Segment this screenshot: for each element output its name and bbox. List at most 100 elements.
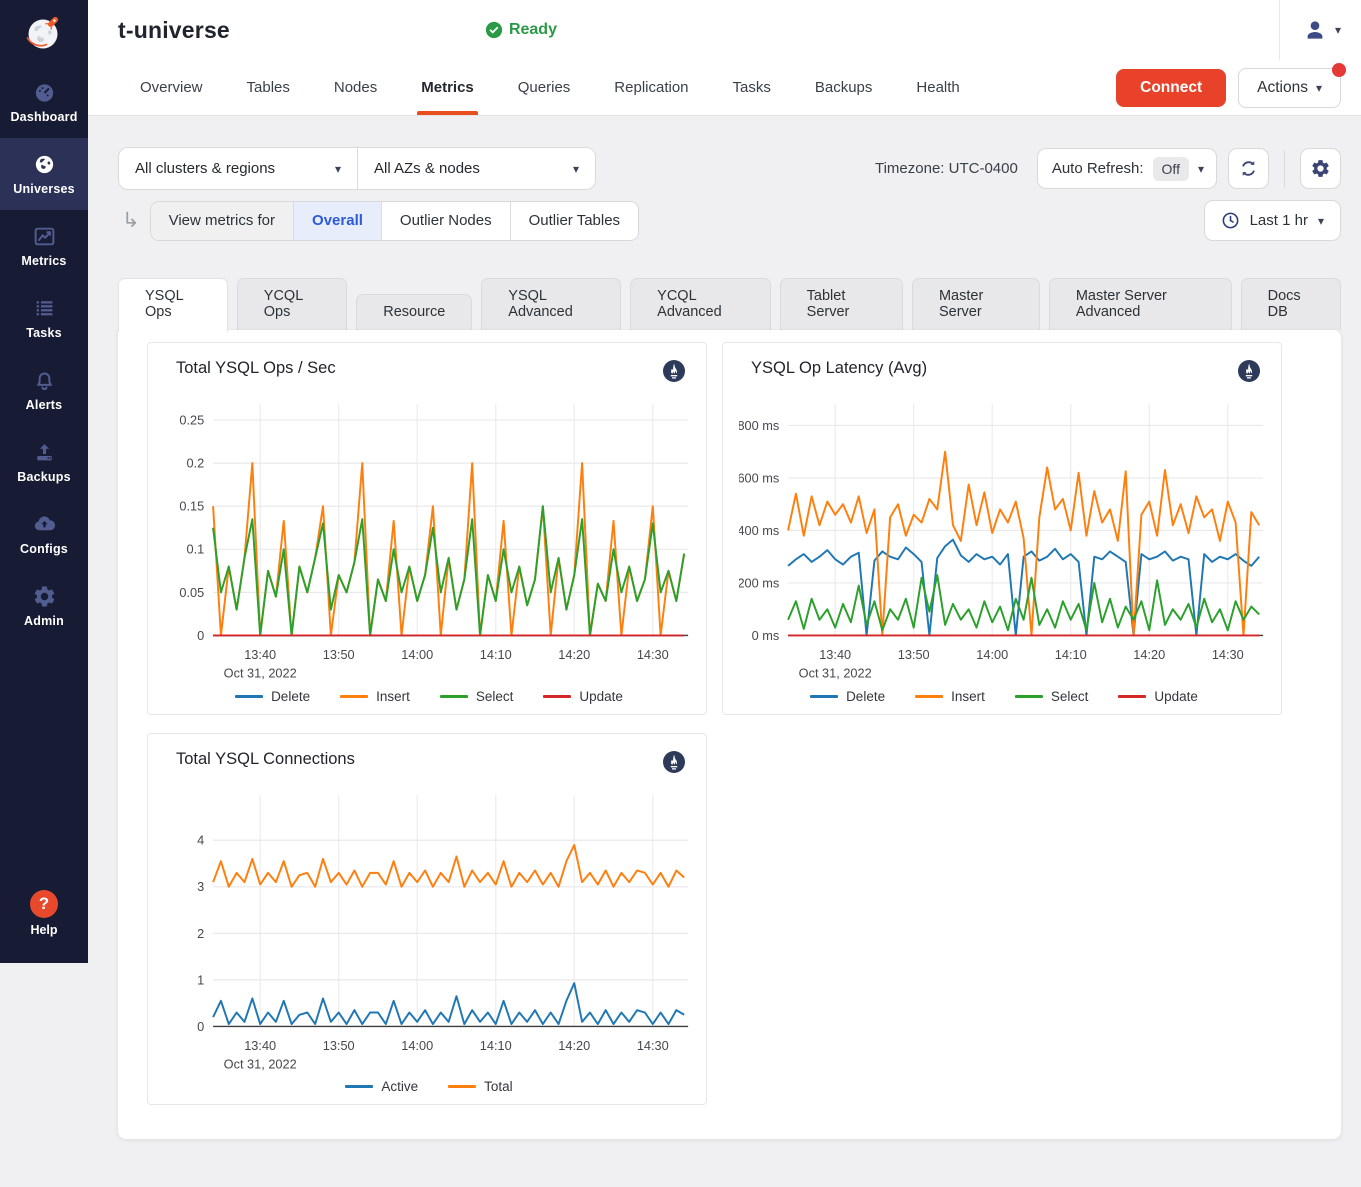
prometheus-icon[interactable] [1237, 359, 1261, 388]
svg-text:0: 0 [197, 1018, 204, 1033]
sidebar-item-help[interactable]: ? Help [0, 890, 88, 963]
metric-tab-ycql-ops[interactable]: YCQL Ops [237, 278, 347, 330]
status-label: Ready [509, 21, 557, 39]
svg-text:0.05: 0.05 [179, 585, 204, 600]
legend-item-select[interactable]: Select [1015, 689, 1089, 704]
metrics-chart-icon [31, 223, 57, 249]
legend-item-active[interactable]: Active [345, 1079, 418, 1094]
chart-plot-area[interactable]: 00.050.10.150.20.2513:40Oct 31, 202213:5… [164, 394, 694, 685]
sidebar-item-admin[interactable]: Admin [0, 570, 88, 642]
svg-text:1: 1 [197, 972, 204, 987]
legend-swatch [448, 1085, 476, 1088]
prometheus-icon[interactable] [662, 359, 686, 388]
chevron-down-icon: ▾ [1335, 23, 1341, 37]
svg-text:13:40: 13:40 [244, 647, 276, 662]
sidebar-item-universes[interactable]: Universes [0, 138, 88, 210]
time-range-dropdown[interactable]: Last 1 hr ▾ [1204, 200, 1341, 241]
tab-health[interactable]: Health [894, 60, 981, 115]
refresh-button[interactable] [1228, 148, 1269, 189]
sidebar-item-metrics[interactable]: Metrics [0, 210, 88, 282]
sidebar-item-tasks[interactable]: Tasks [0, 282, 88, 354]
chevron-down-icon: ▾ [1318, 214, 1324, 228]
tab-backups[interactable]: Backups [793, 60, 895, 115]
legend-item-insert[interactable]: Insert [915, 689, 985, 704]
clusters-regions-value: All clusters & regions [135, 160, 275, 177]
legend-label: Update [1154, 689, 1198, 704]
tab-queries[interactable]: Queries [496, 60, 593, 115]
auto-refresh-label: Auto Refresh: [1052, 160, 1144, 177]
view-tab-outlier-nodes[interactable]: Outlier Nodes [381, 202, 510, 240]
tab-replication[interactable]: Replication [592, 60, 710, 115]
svg-text:0.1: 0.1 [187, 542, 205, 557]
metric-tab-resource[interactable]: Resource [356, 294, 472, 330]
chart-plot-area[interactable]: 0123413:40Oct 31, 202213:5014:0014:1014:… [164, 785, 694, 1076]
legend-label: Delete [846, 689, 885, 704]
svg-text:4: 4 [197, 832, 204, 847]
yugabyte-logo[interactable] [0, 0, 88, 66]
azs-nodes-value: All AZs & nodes [374, 160, 480, 177]
legend-swatch [345, 1085, 373, 1088]
tasks-list-icon [31, 295, 57, 321]
admin-gear-icon [31, 583, 57, 609]
user-menu[interactable]: ▾ [1302, 17, 1347, 43]
svg-text:13:50: 13:50 [323, 647, 355, 662]
metric-tab-master-server-advanced[interactable]: Master Server Advanced [1049, 278, 1232, 330]
chart-card-total-ysql-ops: Total YSQL Ops / Sec00.050.10.150.20.251… [147, 342, 707, 715]
time-range-value: Last 1 hr [1250, 212, 1308, 229]
actions-button[interactable]: Actions ▾ [1238, 68, 1341, 108]
legend-swatch [543, 695, 571, 698]
chart-title: Total YSQL Ops / Sec [176, 359, 336, 378]
metric-tab-master-server[interactable]: Master Server [912, 278, 1040, 330]
tab-overview[interactable]: Overview [118, 60, 225, 115]
settings-button[interactable] [1300, 148, 1341, 189]
tab-tables[interactable]: Tables [225, 60, 312, 115]
legend-swatch [915, 695, 943, 698]
svg-text:2: 2 [197, 925, 204, 940]
legend-item-total[interactable]: Total [448, 1079, 513, 1094]
svg-text:13:40: 13:40 [244, 1038, 276, 1053]
header-divider [1279, 0, 1280, 60]
svg-text:0.2: 0.2 [187, 456, 205, 471]
legend-label: Update [579, 689, 623, 704]
legend-label: Select [476, 689, 514, 704]
metric-tab-ysql-ops[interactable]: YSQL Ops [118, 278, 228, 332]
sidebar-item-dashboard[interactable]: Dashboard [0, 66, 88, 138]
svg-text:14:10: 14:10 [480, 647, 512, 662]
legend-item-insert[interactable]: Insert [340, 689, 410, 704]
legend-swatch [1015, 695, 1043, 698]
tab-nodes[interactable]: Nodes [312, 60, 399, 115]
tab-metrics[interactable]: Metrics [399, 60, 496, 115]
legend-swatch [440, 695, 468, 698]
auto-refresh-dropdown[interactable]: Auto Refresh: Off ▾ [1037, 148, 1217, 189]
legend-item-delete[interactable]: Delete [810, 689, 885, 704]
sidebar-item-label: Backups [17, 470, 71, 484]
view-tab-outlier-tables[interactable]: Outlier Tables [510, 202, 638, 240]
svg-text:14:00: 14:00 [401, 647, 433, 662]
tab-tasks[interactable]: Tasks [711, 60, 793, 115]
legend-item-update[interactable]: Update [543, 689, 623, 704]
status-badge: Ready [485, 21, 557, 39]
legend-label: Active [381, 1079, 418, 1094]
chart-plot-area[interactable]: 0 ms200 ms400 ms600 ms800 ms13:40Oct 31,… [739, 394, 1269, 685]
legend-item-select[interactable]: Select [440, 689, 514, 704]
metric-tab-ysql-advanced[interactable]: YSQL Advanced [481, 278, 621, 330]
svg-text:800 ms: 800 ms [739, 418, 779, 433]
legend-swatch [340, 695, 368, 698]
azs-nodes-dropdown[interactable]: All AZs & nodes ▾ [357, 148, 595, 189]
metric-tab-tablet-server[interactable]: Tablet Server [780, 278, 903, 330]
metric-tab-ycql-advanced[interactable]: YCQL Advanced [630, 278, 771, 330]
sidebar-item-configs[interactable]: Configs [0, 498, 88, 570]
metrics-content: All clusters & regions ▾ All AZs & nodes… [88, 116, 1361, 1165]
sidebar-item-alerts[interactable]: Alerts [0, 354, 88, 426]
metric-tab-docs-db[interactable]: Docs DB [1241, 278, 1341, 330]
sidebar-nav: Dashboard Universes Metrics Tasks [0, 66, 88, 642]
legend-item-delete[interactable]: Delete [235, 689, 310, 704]
connect-button[interactable]: Connect [1116, 69, 1226, 107]
chevron-down-icon: ▾ [1198, 162, 1204, 176]
prometheus-icon[interactable] [662, 750, 686, 779]
clusters-regions-dropdown[interactable]: All clusters & regions ▾ [119, 148, 357, 189]
view-tab-overall[interactable]: Overall [293, 202, 381, 240]
svg-text:Oct 31, 2022: Oct 31, 2022 [224, 1056, 297, 1071]
legend-item-update[interactable]: Update [1118, 689, 1198, 704]
sidebar-item-backups[interactable]: Backups [0, 426, 88, 498]
